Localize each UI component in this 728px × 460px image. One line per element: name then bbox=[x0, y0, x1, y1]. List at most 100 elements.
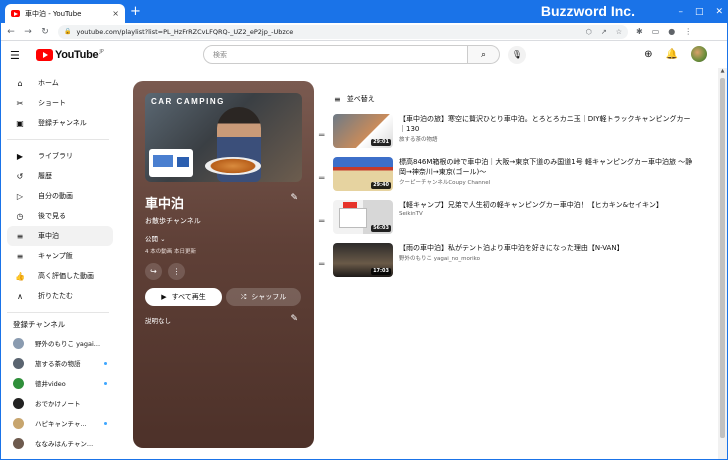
forward-icon[interactable]: → bbox=[21, 27, 35, 37]
page-scrollbar[interactable]: ▲ bbox=[718, 68, 727, 459]
sidebar-item-subscriptions[interactable]: ▣ 登録チャンネル bbox=[7, 113, 113, 133]
video-thumbnail[interactable]: 56:03 bbox=[333, 200, 393, 234]
shuffle-icon: ⤮ bbox=[240, 292, 247, 301]
subscription-item[interactable]: ななみはんチャン... bbox=[7, 433, 113, 453]
browser-tab[interactable]: 車中泊 - YouTube × bbox=[5, 4, 125, 23]
sort-button[interactable]: ≡ 並べ替え bbox=[334, 94, 375, 104]
video-duration: 56:03 bbox=[371, 225, 391, 232]
video-channel[interactable]: SeikinTV bbox=[399, 211, 694, 217]
sidebar-item-library[interactable]: ▶ ライブラリ bbox=[7, 146, 113, 166]
video-thumbnail[interactable]: 17:03 bbox=[333, 243, 393, 277]
subscription-item[interactable]: ハピキャンチャ... bbox=[7, 413, 113, 433]
sidebar-item-label: キャンプ飯 bbox=[38, 252, 73, 260]
search-button[interactable]: ⌕ bbox=[468, 45, 500, 64]
new-content-dot bbox=[104, 361, 107, 365]
drag-handle-icon[interactable]: ═ bbox=[319, 243, 333, 286]
url-field[interactable]: 🔒 youtube.com/playlist?list=PL_HzFrRZCvL… bbox=[58, 24, 628, 39]
subscription-item[interactable]: おでかけノート bbox=[7, 393, 113, 413]
drag-handle-icon[interactable]: ═ bbox=[319, 157, 333, 200]
channel-avatar bbox=[13, 337, 24, 349]
video-title[interactable]: 【雨の車中泊】私がテント泊より車中泊を好きになった理由【N-VAN】 bbox=[399, 243, 694, 253]
drag-handle-icon[interactable]: ═ bbox=[319, 114, 333, 157]
video-channel[interactable]: 野外のもりこ yagai_no_moriko bbox=[399, 254, 694, 262]
youtube-header: ☰ YouTube JP 検索 ⌕ 🎙 ⊕ 🔔 bbox=[1, 42, 727, 68]
privacy-dropdown[interactable]: 公開 ⌄ bbox=[145, 233, 166, 243]
video-thumbnail[interactable]: 29:40 bbox=[333, 157, 393, 191]
playlist-description[interactable]: 説明なし bbox=[145, 315, 171, 325]
sidebar-item-watch-later[interactable]: ◷ 後で見る bbox=[7, 206, 113, 226]
sidebar-item-label: 高く評価した動画 bbox=[38, 272, 94, 280]
voice-search-button[interactable]: 🎙 bbox=[508, 45, 526, 64]
channel-avatar bbox=[13, 397, 24, 409]
url-text: youtube.com/playlist?list=PL_HzFrRZCvLFQ… bbox=[76, 27, 294, 36]
video-title[interactable]: 【軽キャンプ】兄弟で人生初の軽キャンピングカー車中泊！【ヒカキン&セイキン】 bbox=[399, 200, 694, 210]
sidebar-item-shorts[interactable]: ✂ ショート bbox=[7, 93, 113, 113]
profile-icon[interactable]: ● bbox=[668, 27, 675, 36]
thumbs-up-icon: 👍 bbox=[15, 271, 25, 281]
search-input[interactable]: 検索 bbox=[203, 45, 468, 64]
sidebar: ⌂ ホーム ✂ ショート ▣ 登録チャンネル ▶ ライブラリ ↺ 履歴 ▷ 自分… bbox=[1, 73, 119, 453]
subscription-item[interactable]: 徳井video bbox=[7, 373, 113, 393]
maximize-icon[interactable]: □ bbox=[695, 7, 704, 17]
new-content-dot bbox=[104, 421, 107, 425]
subscription-item[interactable]: 旅する茶の物語 bbox=[7, 353, 113, 373]
sidebar-item-your-videos[interactable]: ▷ 自分の動画 bbox=[7, 186, 113, 206]
video-duration: 29:40 bbox=[371, 182, 391, 189]
sidebar-item-home[interactable]: ⌂ ホーム bbox=[7, 73, 113, 93]
sidebar-item-label: 車中泊 bbox=[38, 232, 59, 240]
video-title[interactable]: 標高846M箱根の峠で車中泊｜大阪→東京下道のみ国道1号 軽キャンピングカー車中… bbox=[399, 157, 694, 177]
video-channel[interactable]: クーピーチャンネルCoupy Channel bbox=[399, 178, 694, 186]
minimize-icon[interactable]: – bbox=[678, 7, 683, 17]
scrollbar-thumb[interactable] bbox=[720, 78, 725, 438]
shuffle-button[interactable]: ⤮ シャッフル bbox=[226, 288, 301, 306]
edit-title-pencil-icon[interactable]: ✎ bbox=[290, 193, 298, 203]
share-page-icon[interactable]: ↗ bbox=[601, 28, 607, 36]
share-button[interactable]: ↪ bbox=[145, 263, 162, 280]
youtube-logo[interactable]: YouTube JP bbox=[36, 49, 104, 61]
scroll-up-arrow-icon[interactable]: ▲ bbox=[718, 68, 727, 74]
playlist-video-row[interactable]: ═ 56:03 【軽キャンプ】兄弟で人生初の軽キャンピングカー車中泊！【ヒカキン… bbox=[319, 200, 699, 243]
subscription-item[interactable]: 野外のもりこ yagai... bbox=[7, 333, 113, 353]
drag-handle-icon[interactable]: ═ bbox=[319, 200, 333, 243]
sidebar-item-history[interactable]: ↺ 履歴 bbox=[7, 166, 113, 186]
playlist-video-row[interactable]: ═ 29:01 【車中泊の旅】寒空に贅沢ひとり車中泊。とろとろカニ玉｜DIY軽ト… bbox=[319, 114, 699, 157]
sidebar-divider bbox=[7, 139, 109, 140]
play-all-button[interactable]: ▶ すべて再生 bbox=[145, 288, 222, 306]
edit-description-pencil-icon[interactable]: ✎ bbox=[290, 314, 298, 324]
more-actions-button[interactable]: ⋮ bbox=[168, 263, 185, 280]
playlist-owner-link[interactable]: お散歩チャンネル bbox=[145, 216, 201, 226]
close-window-icon[interactable]: ✕ bbox=[715, 7, 723, 17]
playlist-video-row[interactable]: ═ 29:40 標高846M箱根の峠で車中泊｜大阪→東京下道のみ国道1号 軽キャ… bbox=[319, 157, 699, 200]
playlist-thumbnail[interactable]: CAR CAMPING bbox=[145, 93, 302, 182]
channel-name: 野外のもりこ yagai... bbox=[35, 340, 101, 348]
new-tab-button[interactable]: + bbox=[130, 4, 141, 20]
create-video-icon[interactable]: ⊕ bbox=[644, 49, 652, 60]
clock-icon: ◷ bbox=[16, 211, 24, 221]
brand-watermark: Buzzword Inc. bbox=[540, 3, 635, 19]
lock-icon[interactable]: 🔒 bbox=[64, 28, 71, 35]
sidebar-item-collapse[interactable]: ∧ 折りたたむ bbox=[7, 286, 113, 306]
tab-close-icon[interactable]: × bbox=[112, 9, 119, 18]
side-panel-icon[interactable]: ▭ bbox=[652, 27, 660, 36]
account-avatar[interactable] bbox=[691, 46, 707, 62]
logo-wordmark: YouTube bbox=[55, 49, 99, 61]
playlist-video-row[interactable]: ═ 17:03 【雨の車中泊】私がテント泊より車中泊を好きになった理由【N-VA… bbox=[319, 243, 699, 286]
video-thumbnail[interactable]: 29:01 bbox=[333, 114, 393, 148]
sidebar-item-playlist[interactable]: ≡ キャンプ飯 bbox=[7, 246, 113, 266]
video-channel[interactable]: 旅する茶の物語 bbox=[399, 135, 694, 143]
extensions-icon[interactable]: ✱ bbox=[636, 27, 643, 36]
browser-menu-icon[interactable]: ⋮ bbox=[684, 27, 692, 36]
hamburger-menu-icon[interactable]: ☰ bbox=[10, 49, 32, 62]
video-title[interactable]: 【車中泊の旅】寒空に贅沢ひとり車中泊。とろとろカニ玉｜DIY軽トラックキャンピン… bbox=[399, 114, 694, 134]
shorts-icon: ✂ bbox=[16, 98, 24, 108]
search-icon: ⌕ bbox=[480, 49, 487, 60]
notifications-bell-icon[interactable]: 🔔 bbox=[666, 49, 678, 60]
install-icon[interactable]: ⬡ bbox=[586, 28, 592, 36]
sidebar-item-liked-videos[interactable]: 👍 高く評価した動画 bbox=[7, 266, 113, 286]
library-icon: ▶ bbox=[16, 151, 24, 161]
sidebar-item-label: 自分の動画 bbox=[38, 192, 73, 200]
bookmark-star-icon[interactable]: ☆ bbox=[616, 28, 622, 36]
back-icon[interactable]: ← bbox=[4, 27, 18, 37]
sidebar-item-playlist-active[interactable]: ≡ 車中泊 bbox=[7, 226, 113, 246]
reload-icon[interactable]: ↻ bbox=[38, 27, 52, 37]
